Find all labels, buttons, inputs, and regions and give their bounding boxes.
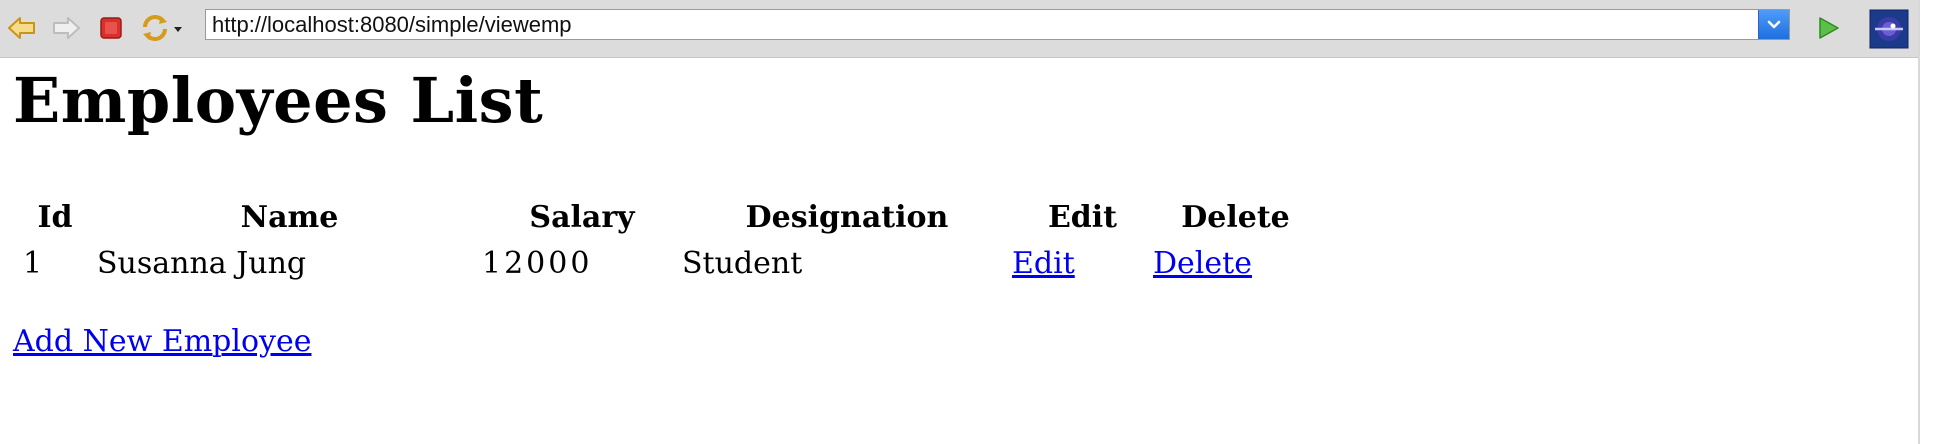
column-header-id: Id (37, 199, 73, 235)
forward-arrow-icon[interactable] (48, 10, 84, 46)
employees-table: Id Name Salary Designation Edit Delete 1… (13, 194, 1318, 286)
column-header-delete: Delete (1181, 199, 1290, 235)
stop-icon[interactable] (93, 10, 129, 46)
window-edge-divider (1918, 0, 1920, 444)
edit-link[interactable]: Edit (1012, 246, 1075, 281)
page-title: Employees List (13, 64, 544, 137)
cell-salary: 12000 (482, 245, 593, 281)
column-header-name: Name (240, 199, 339, 235)
refresh-icon[interactable] (138, 10, 184, 46)
column-header-designation: Designation (745, 199, 949, 235)
cell-id: 1 (23, 245, 43, 281)
cell-edit: Edit (1012, 240, 1153, 286)
back-arrow-icon[interactable] (4, 10, 40, 46)
cell-designation: Student (682, 245, 803, 281)
cell-delete: Delete (1153, 240, 1318, 286)
chevron-down-icon[interactable] (1758, 10, 1789, 39)
add-new-employee-link[interactable]: Add New Employee (13, 324, 312, 359)
delete-link[interactable]: Delete (1153, 246, 1252, 281)
cell-name: Susanna Jung (97, 245, 307, 281)
table-header-row: Id Name Salary Designation Edit Delete (13, 194, 1318, 240)
table-row: 1 Susanna Jung 12000 Student Edit Delete (13, 240, 1318, 286)
column-header-salary: Salary (529, 199, 635, 235)
column-header-edit: Edit (1047, 199, 1118, 235)
browser-toolbar (0, 0, 1918, 58)
address-bar (205, 9, 1790, 40)
url-input[interactable] (206, 10, 1758, 39)
eclipse-browser-icon[interactable] (1868, 8, 1910, 50)
go-play-icon[interactable] (1810, 10, 1846, 46)
